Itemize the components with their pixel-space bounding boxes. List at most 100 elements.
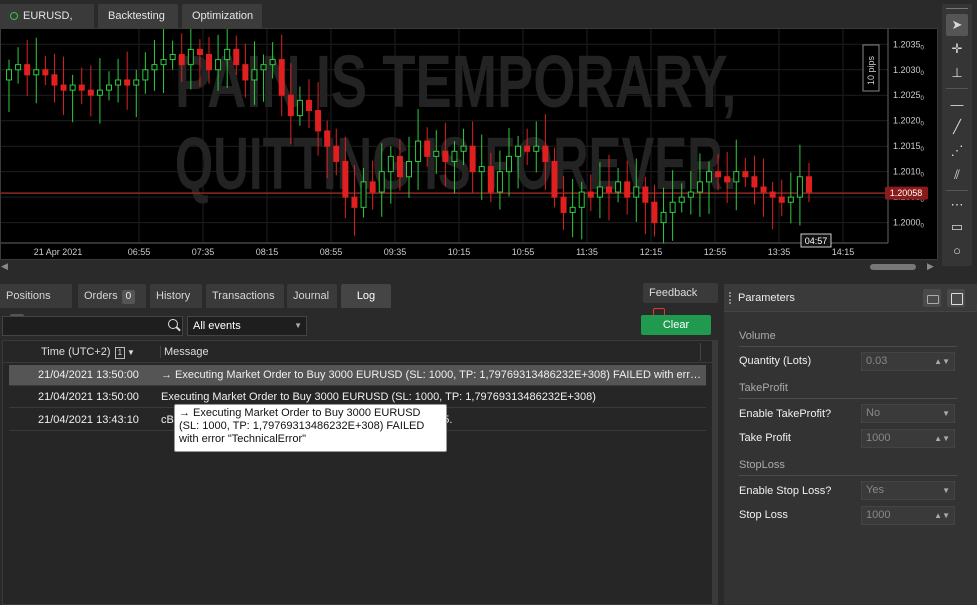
candle-body: [560, 196, 567, 213]
price-tick-label: 1.20350: [893, 39, 925, 51]
candle-body: [578, 191, 585, 208]
candle-body: [424, 140, 431, 157]
open-folder-icon[interactable]: [923, 289, 941, 307]
tab-backtesting[interactable]: Backtesting: [98, 4, 178, 28]
fib-fan-icon[interactable]: ⋰: [946, 140, 968, 162]
fibonacci-icon[interactable]: ⋯: [946, 194, 968, 216]
tab-journal[interactable]: Journal: [287, 284, 337, 308]
status-dot-icon: [10, 12, 18, 20]
tab-log[interactable]: Log: [341, 284, 391, 308]
channel-icon[interactable]: ⫽: [946, 164, 968, 186]
stop-loss-input[interactable]: 1000 ▲▼: [861, 506, 955, 525]
scroll-right-icon[interactable]: ▶: [927, 261, 934, 272]
bottom-splitter[interactable]: [712, 340, 718, 605]
time-tick-label: 12:55: [704, 247, 727, 257]
candle-body: [406, 160, 412, 178]
sort-down-icon: ▼: [127, 348, 135, 357]
log-row[interactable]: 21/04/2021 13:50:00 → Executing Market O…: [9, 365, 706, 386]
candle-body: [569, 206, 576, 213]
candle-body: [678, 196, 685, 203]
tab-positions[interactable]: Positions0: [0, 284, 72, 328]
stepper-icon[interactable]: ▲▼: [934, 353, 950, 370]
candle-body: [706, 171, 712, 183]
time-tick-label: 07:35: [192, 247, 215, 257]
price-chart[interactable]: PAIN IS TEMPORARY, QUITTING IS FOREVER. …: [0, 28, 938, 260]
candle-body: [224, 48, 231, 61]
quantity-input[interactable]: 0.03 ▲▼: [861, 352, 955, 371]
chart-scrollbar[interactable]: ◀ ▶: [0, 260, 938, 274]
tab-orders[interactable]: Orders 0: [78, 284, 146, 308]
candle-body: [169, 53, 176, 61]
crosshair-icon[interactable]: ✛: [946, 38, 968, 60]
group-title-stoploss: StopLoss: [739, 459, 785, 471]
chart-canvas[interactable]: PAIN IS TEMPORARY, QUITTING IS FOREVER. …: [1, 29, 937, 259]
candle-body: [369, 181, 376, 193]
countdown-label: 04:57: [805, 236, 828, 246]
candle-body: [278, 59, 285, 96]
trend-line-icon[interactable]: ╱: [946, 116, 968, 138]
candle-body: [487, 166, 494, 193]
candle-body: [442, 150, 449, 162]
chevron-down-icon: ▼: [942, 486, 950, 495]
price-tick-label: 1.20000: [893, 218, 925, 230]
candle-body: [524, 145, 531, 152]
candle-body: [496, 171, 503, 193]
log-message-tooltip: → Executing Market Order to Buy 3000 EUR…: [174, 404, 447, 452]
column-time[interactable]: Time (UTC+2) 1 ▼: [41, 346, 135, 359]
horizontal-line-icon[interactable]: —: [946, 94, 968, 116]
feedback-button[interactable]: Feedback: [643, 283, 718, 317]
label-enable-stoploss: Enable Stop Loss?: [739, 485, 832, 497]
candle-body: [269, 59, 276, 66]
tab-history[interactable]: History: [150, 284, 202, 308]
chevron-down-icon: ▼: [294, 321, 302, 330]
candle-body: [151, 64, 158, 71]
clear-button[interactable]: Clear: [641, 315, 711, 335]
time-tick-label: 08:55: [320, 247, 343, 257]
candle-body: [124, 79, 131, 86]
candle-body: [378, 171, 385, 193]
candle-body: [178, 53, 185, 66]
rectangle-icon[interactable]: ▭: [946, 216, 968, 238]
chart-watermark-line1: PAIN IS TEMPORARY,: [175, 41, 737, 124]
pointer-icon[interactable]: ➤: [946, 14, 968, 36]
enable-stoploss-select[interactable]: Yes ▼: [861, 481, 955, 500]
log-search-input[interactable]: [2, 316, 183, 336]
scroll-left-icon[interactable]: ◀: [1, 261, 8, 272]
candle-body: [433, 150, 440, 157]
drag-handle-icon[interactable]: [729, 292, 731, 304]
tab-optimization[interactable]: Optimization: [182, 4, 262, 28]
tab-transactions[interactable]: Transactions: [206, 284, 284, 308]
take-profit-input[interactable]: 1000 ▲▼: [861, 429, 955, 448]
drawing-toolbar: ➤ ✛ ⊥ — ╱ ⋰ ⫽ ⋯ ▭ ○: [942, 4, 972, 266]
search-icon[interactable]: [168, 319, 178, 329]
candle-body: [24, 64, 31, 76]
candle-body: [187, 48, 194, 66]
time-tick-label: 09:35: [384, 247, 407, 257]
stepper-icon[interactable]: ▲▼: [934, 430, 950, 447]
events-filter-select[interactable]: All events ▼: [187, 316, 307, 336]
candle-body: [606, 186, 612, 193]
candle-body: [669, 201, 676, 213]
parameters-title: Parameters: [738, 292, 795, 304]
candle-body: [642, 186, 649, 203]
log-filter-bar: All events ▼ Clear: [0, 314, 714, 340]
candle-body: [196, 48, 203, 55]
column-message[interactable]: Message: [160, 346, 209, 358]
candle-body: [15, 64, 22, 71]
candle-body: [306, 99, 312, 112]
sort-order-badge: 1: [114, 347, 126, 359]
candle-body: [778, 196, 785, 203]
tab-eurusd-m5[interactable]: EURUSD, m5: [0, 4, 94, 46]
candle-body: [333, 145, 340, 162]
stepper-icon[interactable]: ▲▼: [934, 507, 950, 524]
orders-count: 0: [121, 290, 136, 304]
save-icon[interactable]: [947, 289, 965, 307]
candle-body: [78, 84, 85, 91]
candle-body: [478, 166, 485, 173]
cross-tool-icon[interactable]: ⊥: [946, 62, 968, 84]
time-tick-label: 11:35: [576, 247, 598, 257]
enable-takeprofit-select[interactable]: No ▼: [861, 404, 955, 423]
scroll-thumb[interactable]: [870, 264, 916, 270]
ellipse-icon[interactable]: ○: [946, 240, 968, 262]
candle-body: [615, 181, 622, 193]
